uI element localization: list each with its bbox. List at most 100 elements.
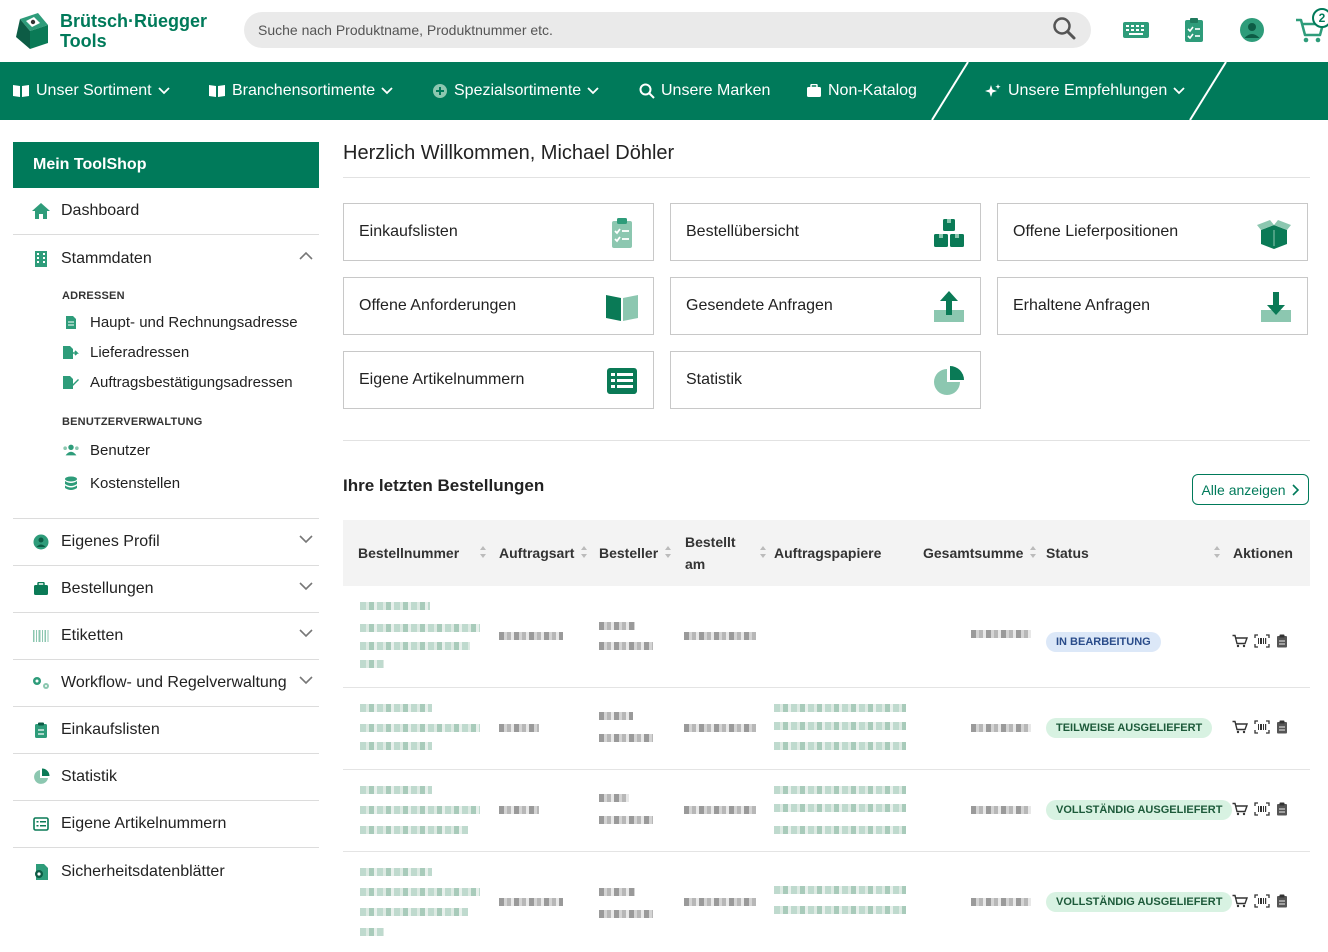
redacted-date xyxy=(684,898,756,906)
tile-erhaltene-anfragen[interactable]: Erhaltene Anfragen xyxy=(997,277,1308,335)
sidebar-item-label: Eigenes Profil xyxy=(61,533,160,550)
col-bestellt-am-sort[interactable] xyxy=(753,520,767,586)
table-row[interactable]: IN BEARBEITUNG xyxy=(343,586,1310,688)
nav-non-katalog[interactable]: Non-Katalog xyxy=(806,62,917,120)
sidebar-item-dashboard[interactable]: Dashboard xyxy=(13,188,319,235)
nav-divider xyxy=(931,62,969,120)
sidebar-subitem-lieferadressen[interactable]: Lieferadressen xyxy=(62,337,319,367)
sort-icon[interactable] xyxy=(1029,545,1037,562)
clipboard-icon[interactable] xyxy=(1276,894,1288,908)
sort-icon[interactable] xyxy=(580,545,588,562)
barcode-scan-icon[interactable] xyxy=(1254,802,1270,816)
sidebar-item-einkaufslisten[interactable]: Einkaufslisten xyxy=(13,707,319,754)
magnifier-icon xyxy=(639,83,655,99)
nav-label: Spezialsortimente xyxy=(454,82,582,99)
clipboard-icon[interactable] xyxy=(1276,634,1288,648)
redacted-documents xyxy=(774,886,906,894)
keyboard-icon[interactable] xyxy=(1120,14,1152,46)
tile-label: Erhaltene Anfragen xyxy=(1013,297,1150,314)
user-account-icon[interactable] xyxy=(1236,14,1268,46)
tile-gesendete-anfragen[interactable]: Gesendete Anfragen xyxy=(670,277,981,335)
cart-icon[interactable] xyxy=(1232,720,1248,734)
sidebar-item-sicherheitsdatenblaetter[interactable]: Sicherheitsdatenblätter xyxy=(13,848,319,895)
nav-branchensortimente[interactable]: Branchensortimente xyxy=(208,62,393,120)
sidebar-item-eigenes-profil[interactable]: Eigenes Profil xyxy=(13,519,319,566)
coins-icon xyxy=(62,474,80,492)
sidebar-subitem-hauptadresse[interactable]: Haupt- und Rechnungsadresse xyxy=(62,307,319,337)
sidebar-title[interactable]: Mein ToolShop xyxy=(13,142,319,188)
col-label: Bestellt am xyxy=(685,534,736,572)
table-row[interactable]: VOLLSTÄNDIG AUSGELIEFERT xyxy=(343,852,1310,952)
table-row[interactable]: TEILWEISE AUSGELIEFERT xyxy=(343,688,1310,770)
sidebar-item-label: Workflow- und Regelverwaltung xyxy=(61,674,287,691)
clipboard-list-icon[interactable] xyxy=(1178,14,1210,46)
sort-icon[interactable] xyxy=(479,545,487,562)
sort-icon[interactable] xyxy=(1213,545,1221,562)
redacted-documents xyxy=(774,722,906,730)
redacted-order-number xyxy=(360,826,468,834)
tile-statistik[interactable]: Statistik xyxy=(670,351,981,409)
col-label: Besteller xyxy=(599,545,659,561)
sidebar-item-bestellungen[interactable]: Bestellungen xyxy=(13,566,319,613)
redacted-total xyxy=(971,806,1031,814)
barcode-scan-icon[interactable] xyxy=(1254,894,1270,908)
sidebar-item-label: Etiketten xyxy=(61,627,124,644)
chevron-down-icon[interactable] xyxy=(299,629,313,638)
sidebar-item-eigene-artikelnummern[interactable]: Eigene Artikelnummern xyxy=(13,801,319,848)
tile-offene-anforderungen[interactable]: Offene Anforderungen xyxy=(343,277,654,335)
tile-einkaufslisten[interactable]: Einkaufslisten xyxy=(343,203,654,261)
col-bestellt-am[interactable]: Bestellt am xyxy=(685,520,751,586)
chevron-up-icon[interactable] xyxy=(299,251,313,260)
sidebar-subitem-auftragsbestaetigung[interactable]: Auftragsbestätigungsadressen xyxy=(62,367,319,397)
chevron-down-icon[interactable] xyxy=(299,535,313,544)
sidebar-item-stammdaten[interactable]: Stammdaten xyxy=(13,235,319,282)
tile-offene-lieferpositionen[interactable]: Offene Lieferpositionen xyxy=(997,203,1308,261)
clipboard-icon[interactable] xyxy=(1276,720,1288,734)
sidebar-item-workflow[interactable]: Workflow- und Regelverwaltung xyxy=(13,660,319,707)
redacted-order-number xyxy=(360,908,468,916)
sidebar-item-etiketten[interactable]: Etiketten xyxy=(13,613,319,660)
sort-icon[interactable] xyxy=(759,545,767,562)
chevron-down-icon[interactable] xyxy=(299,676,313,685)
nav-unsere-marken[interactable]: Unsere Marken xyxy=(639,62,770,120)
col-status-sort[interactable] xyxy=(1207,520,1221,586)
tile-bestelluebersicht[interactable]: Bestellübersicht xyxy=(670,203,981,261)
col-label: Aktionen xyxy=(1233,545,1293,561)
sidebar: Mein ToolShop Dashboard Stammdaten ADRES… xyxy=(13,142,319,895)
table-row[interactable]: VOLLSTÄNDIG AUSGELIEFERT xyxy=(343,770,1310,852)
cart-icon[interactable] xyxy=(1232,894,1248,908)
cart-icon[interactable] xyxy=(1232,634,1248,648)
barcode-scan-icon[interactable] xyxy=(1254,720,1270,734)
cart-icon[interactable] xyxy=(1232,802,1248,816)
tile-label: Eigene Artikelnummern xyxy=(359,371,525,388)
sort-icon[interactable] xyxy=(664,545,672,562)
chevron-down-icon[interactable] xyxy=(299,582,313,591)
col-status[interactable]: Status xyxy=(1046,520,1089,586)
cart-icon[interactable]: 2 xyxy=(1294,8,1328,46)
sidebar-item-statistik[interactable]: Statistik xyxy=(13,754,319,801)
chevron-right-icon xyxy=(1291,483,1299,496)
redacted-user xyxy=(599,816,653,824)
nav-spezialsortimente[interactable]: Spezialsortimente xyxy=(432,62,599,120)
nav-unser-sortiment[interactable]: Unser Sortiment xyxy=(12,62,170,120)
clipboard-icon[interactable] xyxy=(1276,802,1288,816)
search-bar[interactable]: Suche nach Produktname, Produktnummer et… xyxy=(244,12,1091,48)
nav-unsere-empfehlungen[interactable]: Unsere Empfehlungen xyxy=(984,62,1185,120)
col-bestellnummer[interactable]: Bestellnummer xyxy=(358,520,487,586)
barcode-scan-icon[interactable] xyxy=(1254,634,1270,648)
brand-logo[interactable]: Brütsch·Rüegger Tools xyxy=(12,11,242,51)
profile-icon xyxy=(31,532,51,552)
col-besteller[interactable]: Besteller xyxy=(599,520,672,586)
search-input[interactable]: Suche nach Produktname, Produktnummer et… xyxy=(258,22,1051,38)
col-gesamtsumme[interactable]: Gesamtsumme xyxy=(923,520,1037,586)
sidebar-subitem-benutzer[interactable]: Benutzer xyxy=(62,433,319,467)
nav-label: Non-Katalog xyxy=(828,82,917,99)
tile-eigene-artikelnummern[interactable]: Eigene Artikelnummern xyxy=(343,351,654,409)
show-all-button[interactable]: Alle anzeigen xyxy=(1192,474,1309,505)
redacted-user xyxy=(599,734,653,742)
col-auftragsart[interactable]: Auftragsart xyxy=(499,520,588,586)
sidebar-subitem-kostenstellen[interactable]: Kostenstellen xyxy=(62,467,319,499)
pie-chart-icon xyxy=(934,366,964,395)
nav-label: Unsere Marken xyxy=(661,82,771,99)
search-icon[interactable] xyxy=(1051,15,1077,45)
